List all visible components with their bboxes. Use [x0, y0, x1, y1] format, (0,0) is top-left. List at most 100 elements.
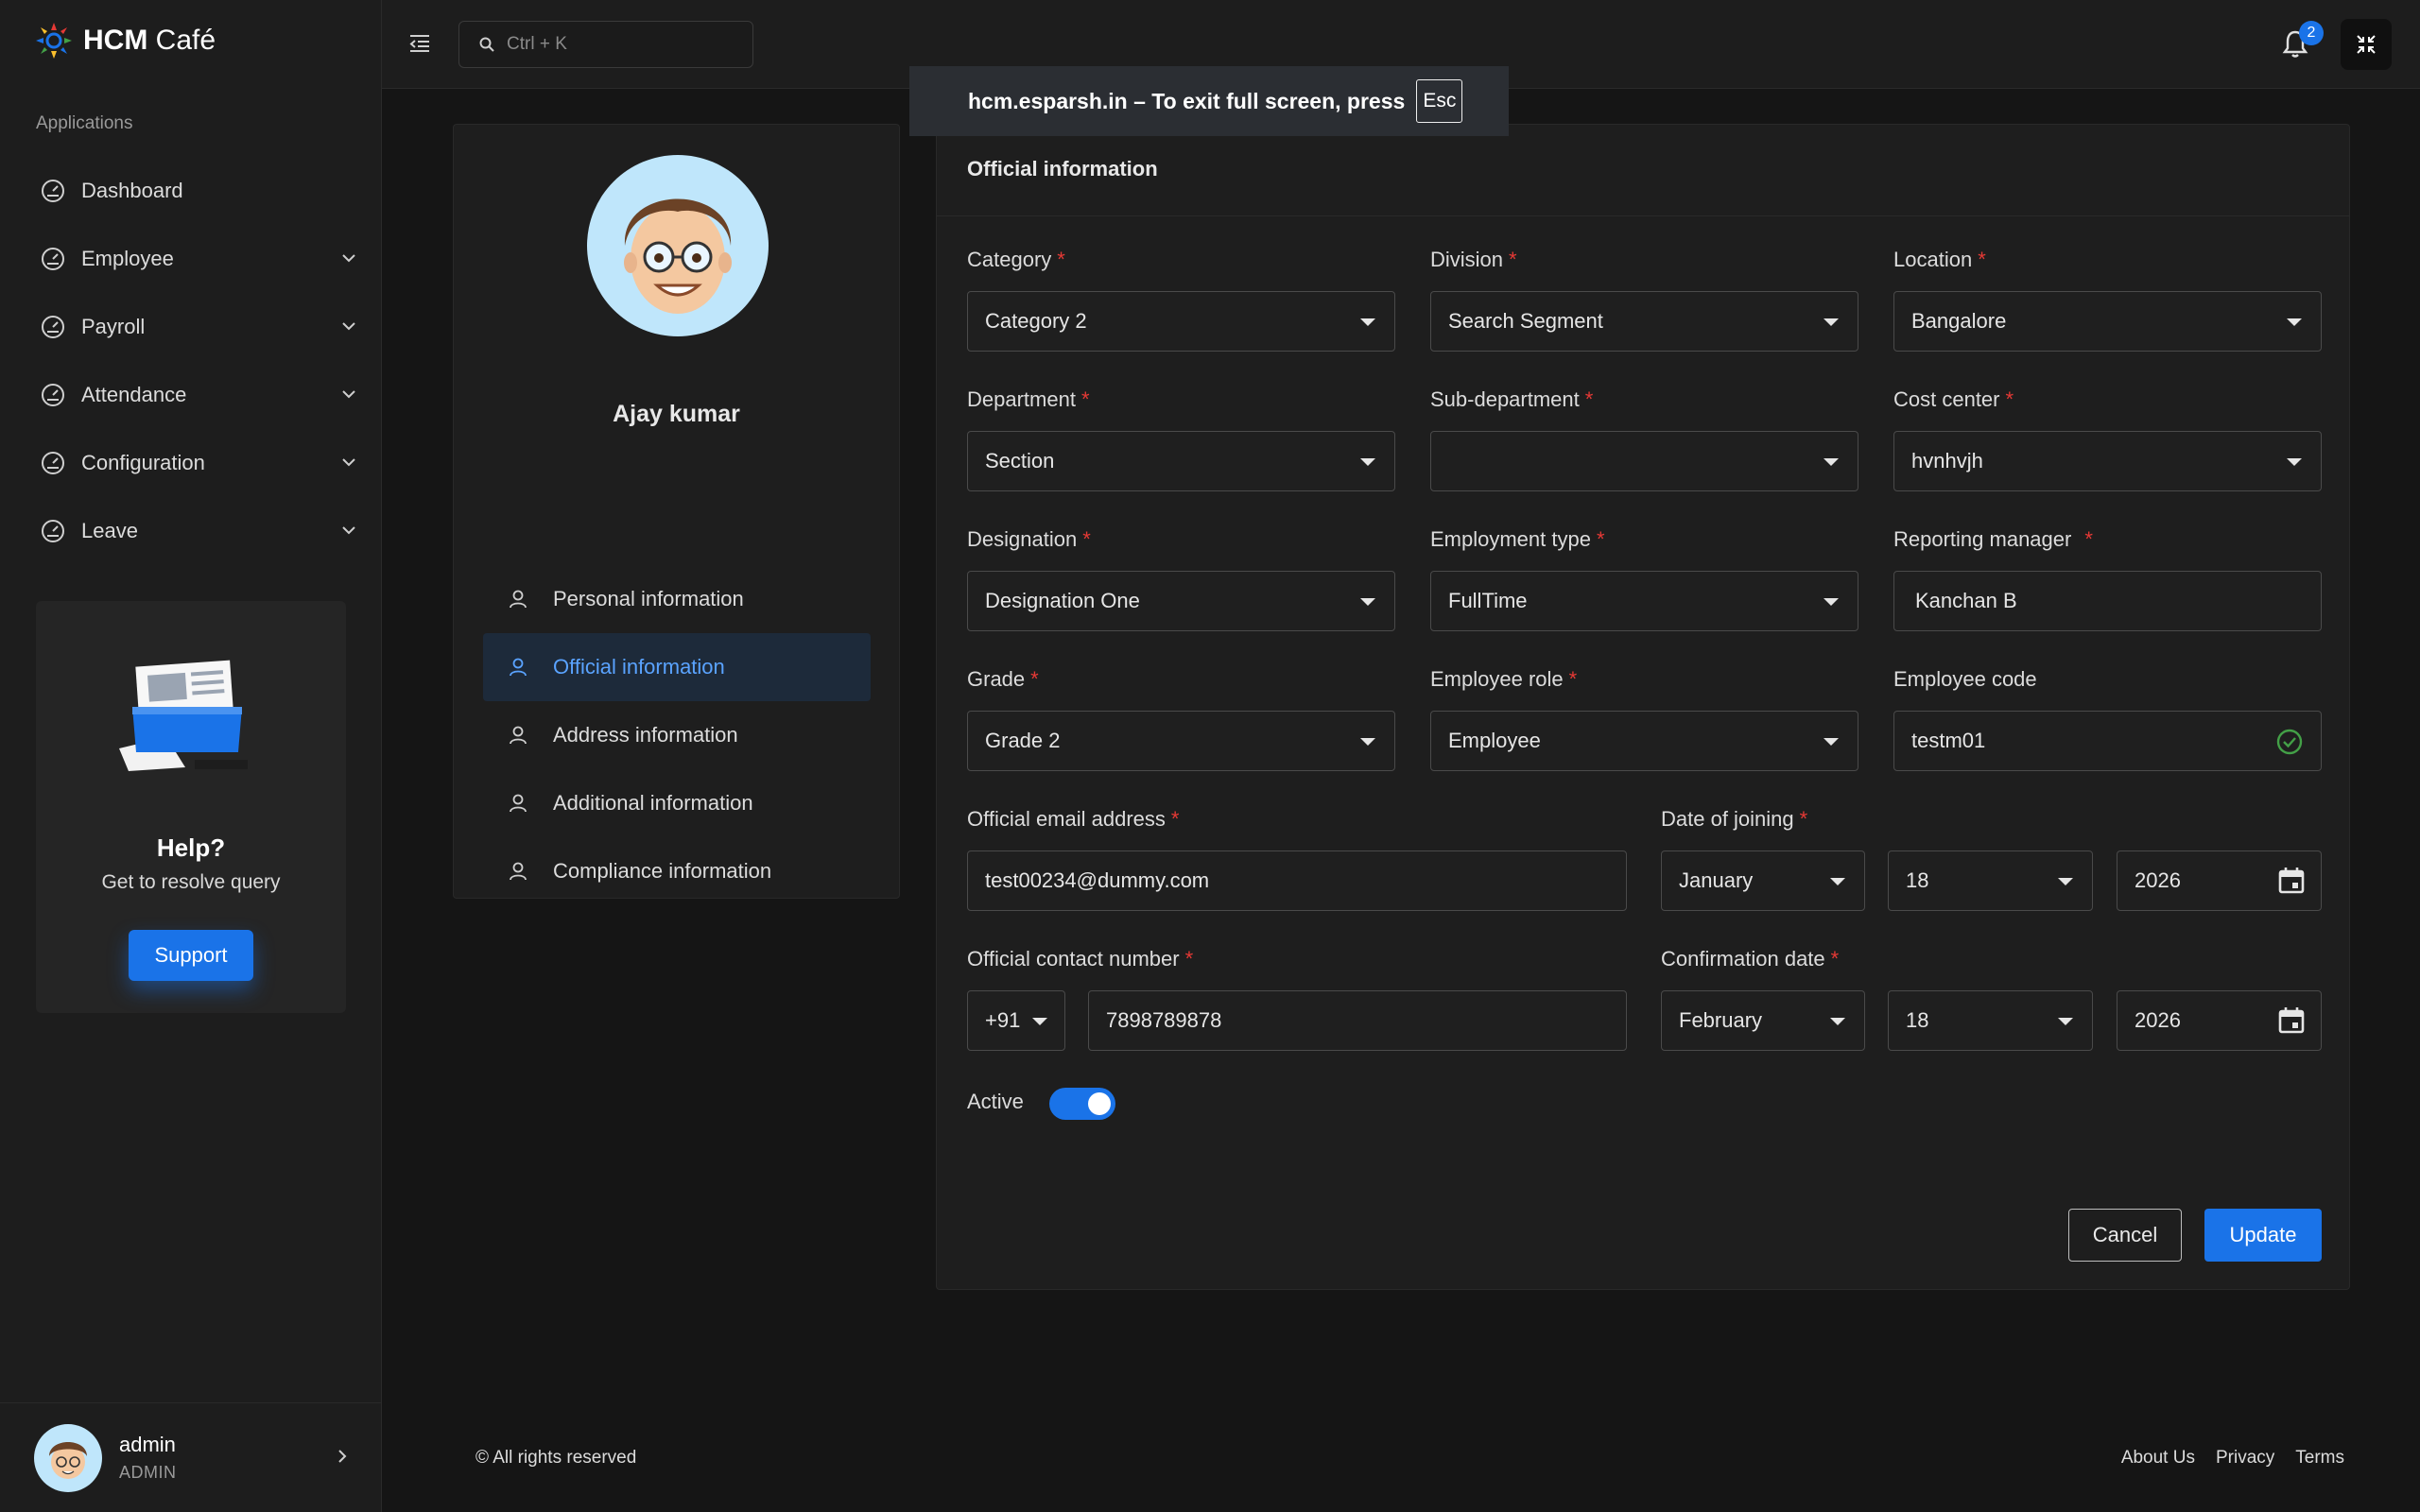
tab-official-information[interactable]: Official information	[483, 633, 871, 701]
profile-avatar	[587, 155, 769, 336]
employment-type-label: Employment type *	[1430, 527, 1605, 551]
active-toggle[interactable]	[1049, 1088, 1115, 1120]
user-icon	[510, 862, 527, 881]
sidebar-item-label: Payroll	[81, 315, 146, 338]
division-select[interactable]: Search Segment	[1430, 291, 1858, 352]
sidebar-item-payroll[interactable]: Payroll	[0, 293, 382, 361]
location-label: Location *	[1893, 248, 1986, 271]
sidebar-nav: Dashboard Employee Payroll Attendance Co…	[0, 157, 382, 565]
joining-day-select[interactable]: 18	[1888, 850, 2093, 911]
avatar	[34, 1423, 102, 1492]
department-label: Department *	[967, 387, 1090, 411]
tab-label: Official information	[553, 655, 725, 679]
cancel-button[interactable]: Cancel	[2068, 1209, 2182, 1262]
category-label: Category *	[967, 248, 1065, 271]
user-icon	[510, 658, 527, 677]
sidebar: HCM Café Applications Dashboard Employee…	[0, 0, 382, 1512]
tab-personal-information[interactable]: Personal information	[483, 565, 871, 633]
reporting-manager-label: Reporting manager *	[1893, 527, 2093, 551]
department-select[interactable]: Section	[967, 431, 1395, 491]
dropdown-arrow-icon	[2287, 458, 2302, 466]
user-icon	[510, 726, 527, 745]
chevron-down-icon	[342, 526, 355, 535]
document-folder-illustration	[119, 660, 248, 771]
sidebar-item-dashboard[interactable]: Dashboard	[0, 157, 382, 225]
dropdown-arrow-icon	[1824, 458, 1839, 466]
division-label: Division *	[1430, 248, 1517, 271]
dashboard-icon	[42, 248, 64, 270]
toggle-knob	[1088, 1092, 1111, 1115]
memoji-icon	[49, 1441, 87, 1479]
exit-fullscreen-button[interactable]	[2341, 19, 2392, 70]
sidebar-item-label: Configuration	[81, 451, 205, 474]
esc-key: Esc	[1416, 79, 1463, 123]
support-button[interactable]: Support	[129, 930, 253, 981]
profile-section-menu: Personal information Official informatio…	[483, 565, 871, 905]
confirmation-year-input[interactable]: 2026	[2117, 990, 2322, 1051]
employee-code-input[interactable]: testm01	[1893, 711, 2322, 771]
dropdown-arrow-icon	[1360, 318, 1375, 326]
sidebar-item-leave[interactable]: Leave	[0, 497, 382, 565]
dropdown-arrow-icon	[2058, 878, 2073, 885]
designation-label: Designation *	[967, 527, 1091, 551]
confirmation-day-select[interactable]: 18	[1888, 990, 2093, 1051]
sidebar-item-employee[interactable]: Employee	[0, 225, 382, 293]
user-profile[interactable]: admin ADMIN	[0, 1402, 382, 1512]
profile-name: Ajay kumar	[613, 401, 740, 427]
privacy-link[interactable]: Privacy	[2216, 1448, 2274, 1469]
notification-badge: 2	[2299, 21, 2324, 45]
search-box[interactable]	[458, 21, 753, 68]
grade-select[interactable]: Grade 2	[967, 711, 1395, 771]
employee-role-label: Employee role *	[1430, 667, 1578, 691]
dashboard-icon	[42, 520, 64, 542]
copyright: © All rights reserved	[475, 1448, 637, 1468]
help-card: Help? Get to resolve query Support	[36, 601, 346, 1013]
update-button[interactable]: Update	[2204, 1209, 2322, 1262]
designation-select[interactable]: Designation One	[967, 571, 1395, 631]
exit-fullscreen-icon	[2357, 35, 2376, 54]
chevron-right-icon[interactable]	[335, 1449, 350, 1464]
calendar-icon[interactable]	[2275, 1005, 2308, 1037]
tab-label: Compliance information	[553, 859, 772, 883]
tab-label: Address information	[553, 723, 738, 747]
confirmation-month-select[interactable]: February	[1661, 990, 1865, 1051]
search-input[interactable]	[505, 33, 732, 56]
memoji-icon	[624, 198, 732, 314]
menu-collapse-icon[interactable]	[406, 30, 433, 57]
category-select[interactable]: Category 2	[967, 291, 1395, 352]
joining-year-input[interactable]: 2026	[2117, 850, 2322, 911]
official-email-label: Official email address *	[967, 807, 1180, 831]
fullscreen-toast: hcm.esparsh.in – To exit full screen, pr…	[909, 66, 1509, 136]
grade-label: Grade *	[967, 667, 1039, 691]
dropdown-arrow-icon	[1830, 1018, 1845, 1025]
applications-label: Applications	[36, 113, 133, 133]
cost-center-select[interactable]: hvnhvjh	[1893, 431, 2322, 491]
active-label: Active	[967, 1090, 1024, 1113]
tab-compliance-information[interactable]: Compliance information	[483, 837, 871, 905]
sidebar-item-configuration[interactable]: Configuration	[0, 429, 382, 497]
tab-address-information[interactable]: Address information	[483, 701, 871, 769]
sub-department-select[interactable]	[1430, 431, 1858, 491]
official-contact-input[interactable]: 7898789878	[1088, 990, 1627, 1051]
joining-month-select[interactable]: January	[1661, 850, 1865, 911]
sidebar-item-label: Dashboard	[81, 179, 183, 202]
official-email-input[interactable]: test00234@dummy.com	[967, 850, 1627, 911]
location-select[interactable]: Bangalore	[1893, 291, 2322, 352]
dashboard-icon	[42, 452, 64, 474]
brand[interactable]: HCM Café	[34, 21, 216, 60]
dropdown-arrow-icon	[1360, 458, 1375, 466]
about-us-link[interactable]: About Us	[2121, 1448, 2195, 1469]
country-code-select[interactable]: +91	[967, 990, 1065, 1051]
dropdown-arrow-icon	[1824, 598, 1839, 606]
cost-center-label: Cost center *	[1893, 387, 2014, 411]
employee-role-select[interactable]: Employee	[1430, 711, 1858, 771]
calendar-icon[interactable]	[2275, 865, 2308, 897]
employment-type-select[interactable]: FullTime	[1430, 571, 1858, 631]
user-icon	[510, 794, 527, 813]
reporting-manager-input[interactable]: Kanchan B	[1893, 571, 2322, 631]
terms-link[interactable]: Terms	[2295, 1448, 2344, 1469]
chevron-down-icon	[342, 322, 355, 331]
tab-label: Personal information	[553, 587, 744, 610]
tab-additional-information[interactable]: Additional information	[483, 769, 871, 837]
sidebar-item-attendance[interactable]: Attendance	[0, 361, 382, 429]
